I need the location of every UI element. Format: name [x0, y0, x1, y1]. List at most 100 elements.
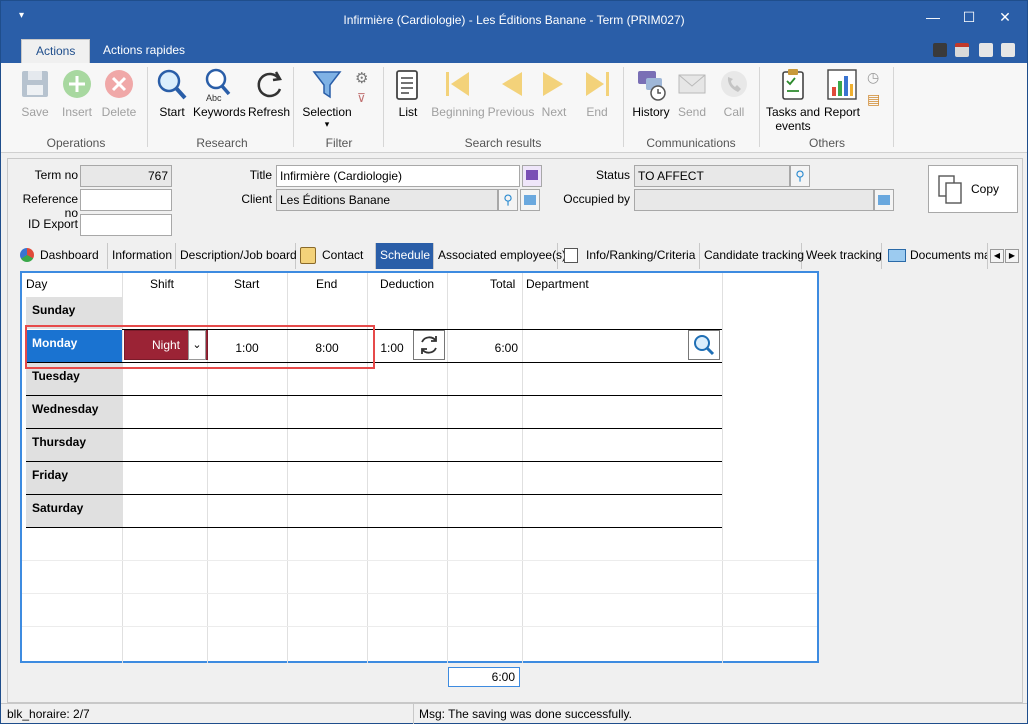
- call-button[interactable]: Call: [715, 67, 753, 119]
- save-icon: [22, 71, 48, 97]
- reference-no-label: Reference no: [22, 192, 78, 220]
- group-filter: Filter: [325, 136, 353, 150]
- tab-description-job-board[interactable]: Description/Job board: [176, 243, 297, 269]
- calendar-icon[interactable]: [955, 43, 969, 57]
- ribbon-separator: [293, 67, 294, 147]
- application-window: ▾ Infirmière (Cardiologie) - Les Édition…: [0, 0, 1028, 724]
- keywords-button[interactable]: Abc Keywords: [193, 67, 246, 119]
- search-icon: [694, 335, 715, 356]
- calculator-icon[interactable]: [933, 43, 947, 57]
- reference-no-field[interactable]: [80, 189, 172, 211]
- id-export-field[interactable]: [80, 214, 172, 236]
- refresh-label: Refresh: [247, 105, 291, 119]
- call-label: Call: [723, 105, 745, 119]
- term-no-field[interactable]: 767: [80, 165, 172, 187]
- status-divider: [413, 704, 414, 724]
- history-label: History: [632, 105, 670, 119]
- insert-button[interactable]: Insert: [57, 67, 97, 119]
- tasks-label-1: Tasks and: [765, 105, 821, 119]
- note-icon: [526, 170, 538, 180]
- recalculate-button[interactable]: [413, 330, 445, 360]
- save-button[interactable]: Save: [15, 67, 55, 119]
- list-label: List: [398, 105, 418, 119]
- magnifier-icon: ⚲: [503, 192, 513, 207]
- copy-icon: [938, 175, 962, 204]
- tab-information[interactable]: Information: [108, 243, 176, 269]
- tabs-scroll-left-button[interactable]: ◀: [990, 249, 1004, 263]
- filter-settings-icon[interactable]: ⚙: [355, 69, 368, 87]
- day-wednesday[interactable]: Wednesday: [26, 396, 122, 428]
- client-open-button[interactable]: [520, 189, 540, 211]
- col-header-day: Day: [26, 277, 48, 291]
- delete-button[interactable]: Delete: [99, 67, 139, 119]
- tabs-scroll-right-button[interactable]: ▶: [1005, 249, 1019, 263]
- day-saturday[interactable]: Saturday: [26, 495, 122, 527]
- start-button[interactable]: Start: [153, 67, 191, 119]
- copy-label: Copy: [971, 182, 1000, 196]
- tab-info-ranking-criteria[interactable]: Info/Ranking/Criteria: [558, 243, 700, 269]
- title-lookup-button[interactable]: [522, 165, 542, 187]
- total-cell: 6:00: [494, 341, 518, 355]
- filter-icon: [312, 71, 342, 99]
- previous-button[interactable]: Previous: [487, 67, 535, 119]
- minimize-icon[interactable]: —: [921, 7, 945, 27]
- title-bar: ▾ Infirmière (Cardiologie) - Les Édition…: [1, 1, 1027, 39]
- col-header-start: Start: [234, 277, 260, 291]
- menu-tabs-bar: Actions Actions rapides: [1, 39, 1027, 63]
- close-icon[interactable]: ✕: [993, 7, 1017, 27]
- tab-candidate-tracking[interactable]: Candidate tracking: [700, 243, 804, 269]
- clear-filter-icon[interactable]: ⊽: [357, 91, 366, 105]
- col-header-total: Total: [490, 277, 516, 291]
- inbox-icon[interactable]: ▤: [867, 91, 880, 108]
- refresh-button[interactable]: Refresh: [247, 67, 291, 119]
- list-button[interactable]: List: [389, 67, 427, 119]
- next-button[interactable]: Next: [535, 67, 573, 119]
- lock-icon[interactable]: [979, 43, 993, 57]
- exit-icon[interactable]: [1001, 43, 1015, 57]
- ribbon: Save Insert Delete Operations Start Abc …: [1, 63, 1027, 153]
- tab-actions[interactable]: Actions: [21, 39, 91, 63]
- phone-icon: [721, 71, 747, 97]
- clock-icon[interactable]: ◷: [867, 69, 879, 86]
- tab-actions-rapides[interactable]: Actions rapides: [89, 39, 199, 63]
- title-field[interactable]: Infirmière (Cardiologie): [276, 165, 520, 187]
- maximize-icon[interactable]: ☐: [957, 7, 981, 27]
- client-search-button[interactable]: ⚲: [498, 189, 518, 211]
- occupied-by-field[interactable]: [634, 189, 874, 211]
- tab-dashboard[interactable]: Dashboard: [16, 243, 108, 269]
- last-record-icon: [586, 72, 609, 96]
- end-label: End: [586, 105, 608, 119]
- tab-schedule[interactable]: Schedule: [376, 243, 434, 269]
- send-button[interactable]: Send: [673, 67, 711, 119]
- dashboard-icon: [20, 248, 34, 262]
- search-icon: [157, 69, 187, 100]
- client-field[interactable]: Les Éditions Banane: [276, 189, 498, 211]
- day-friday[interactable]: Friday: [26, 462, 122, 494]
- history-button[interactable]: History: [629, 67, 673, 119]
- refresh-icon: [257, 71, 282, 98]
- end-button[interactable]: End: [577, 67, 617, 119]
- department-search-button[interactable]: [688, 330, 720, 360]
- svg-text:Abc: Abc: [206, 93, 222, 103]
- col-header-deduction: Deduction: [380, 277, 435, 291]
- status-search-button[interactable]: ⚲: [790, 165, 810, 187]
- report-button[interactable]: Report: [821, 67, 863, 119]
- tab-documents[interactable]: Documents mar: [882, 243, 988, 269]
- deduction-cell[interactable]: 1:00: [374, 341, 410, 355]
- checklist-icon: [564, 248, 578, 263]
- tab-associated-employees[interactable]: Associated employee(s): [434, 243, 566, 269]
- empty-row-line: [22, 626, 817, 627]
- selection-button[interactable]: Selection ▾: [299, 67, 355, 130]
- report-chart-icon: [827, 69, 857, 100]
- first-record-icon: [446, 72, 469, 96]
- day-thursday[interactable]: Thursday: [26, 429, 122, 461]
- occupied-by-open-button[interactable]: [874, 189, 894, 211]
- tab-contact[interactable]: Contact: [296, 243, 376, 269]
- beginning-button[interactable]: Beginning: [429, 67, 487, 119]
- tab-week-tracking[interactable]: Week tracking: [802, 243, 882, 269]
- status-field[interactable]: TO AFFECT: [634, 165, 790, 187]
- tasks-events-button[interactable]: Tasks and events: [765, 67, 821, 133]
- record-tabs: Dashboard Information Description/Job bo…: [14, 243, 1020, 269]
- copy-button[interactable]: Copy: [928, 165, 1018, 213]
- next-icon: [543, 72, 563, 96]
